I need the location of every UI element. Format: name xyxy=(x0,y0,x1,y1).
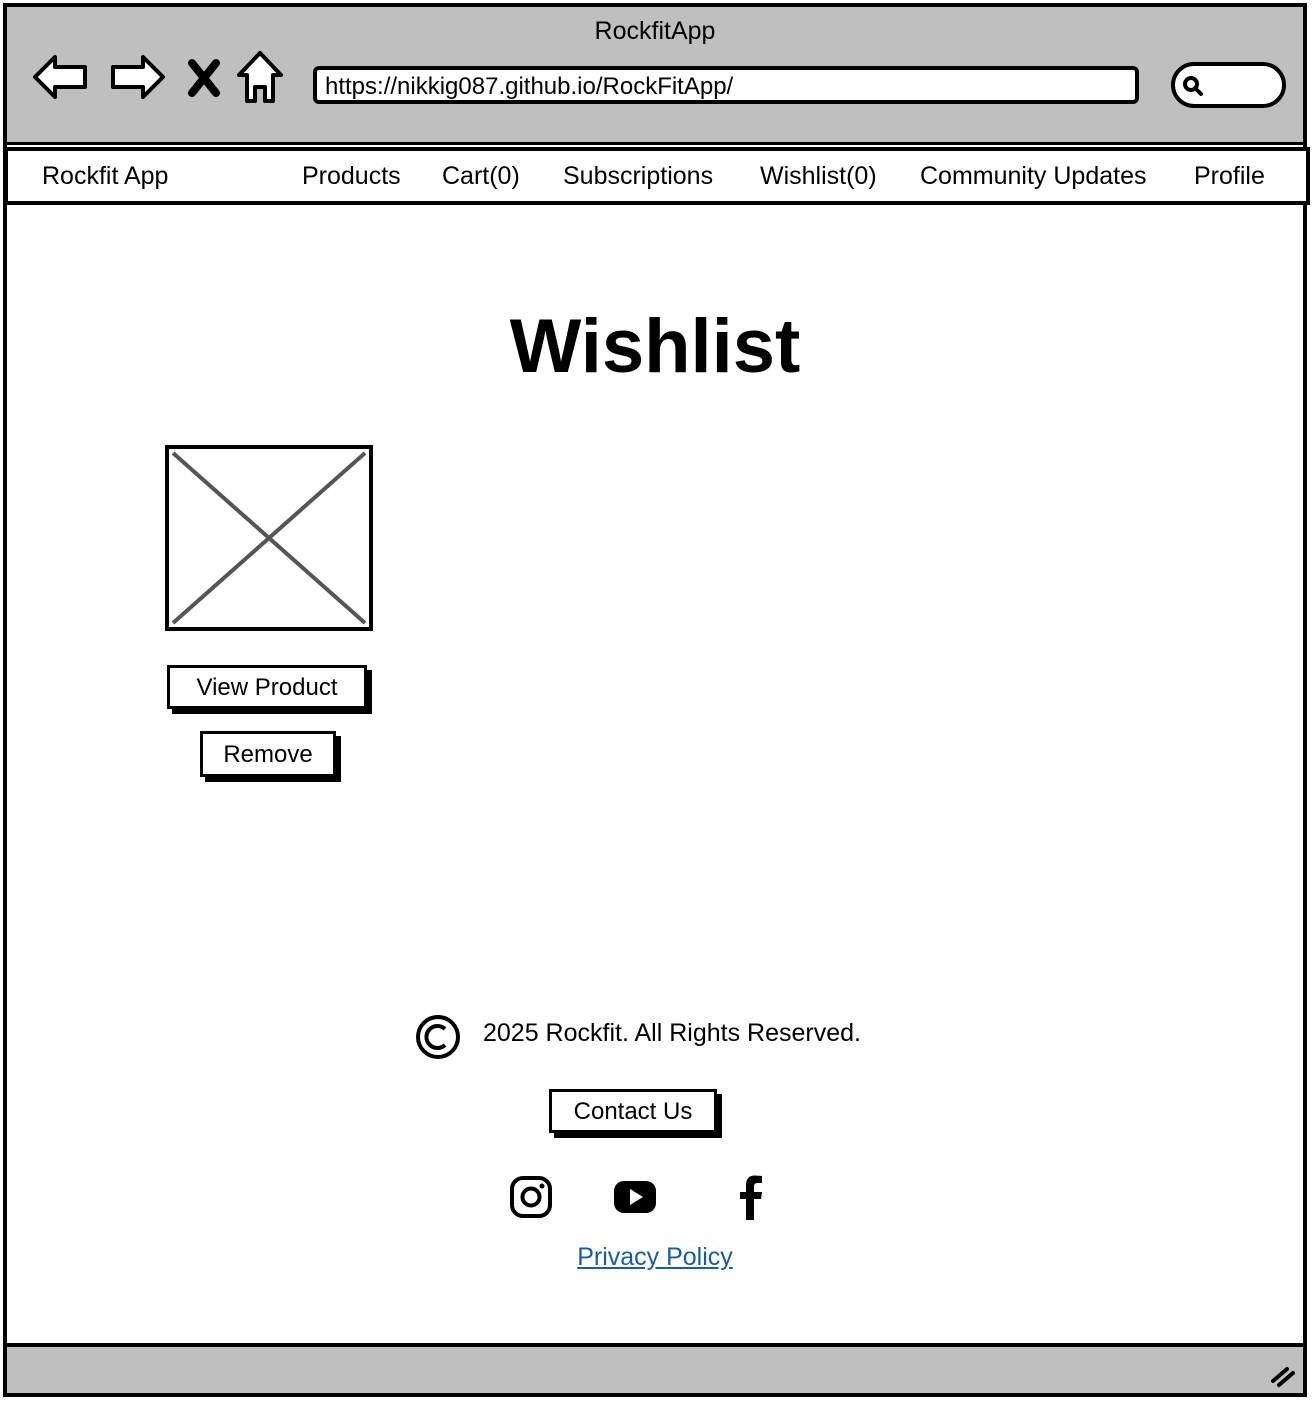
home-icon[interactable] xyxy=(235,47,285,107)
nav-cart[interactable]: Cart(0) xyxy=(442,162,520,191)
resize-grip-icon[interactable] xyxy=(1267,1359,1297,1389)
copyright-icon xyxy=(416,1015,460,1059)
browser-search[interactable] xyxy=(1171,62,1286,108)
view-product-button[interactable]: View Product xyxy=(167,665,367,709)
address-bar[interactable]: https://nikkig087.github.io/RockFitApp/ xyxy=(313,66,1139,104)
browser-statusbar xyxy=(7,1343,1303,1393)
facebook-icon[interactable] xyxy=(728,1174,774,1220)
browser-titlebar: RockfitApp https://nikkig087.github.io/R… xyxy=(7,7,1303,145)
search-icon xyxy=(1183,76,1203,96)
forward-arrow-icon[interactable] xyxy=(107,47,167,107)
remove-button[interactable]: Remove xyxy=(200,731,336,777)
nav-wishlist[interactable]: Wishlist(0) xyxy=(760,162,877,191)
youtube-icon[interactable] xyxy=(612,1174,658,1220)
nav-community-updates[interactable]: Community Updates xyxy=(920,162,1146,191)
stop-x-icon[interactable] xyxy=(182,47,226,107)
product-image xyxy=(165,445,373,631)
contact-us-button[interactable]: Contact Us xyxy=(549,1089,717,1133)
nav-subscriptions[interactable]: Subscriptions xyxy=(563,162,713,191)
site-navbar: Rockfit App Products Cart(0) Subscriptio… xyxy=(4,147,1310,205)
brand-link[interactable]: Rockfit App xyxy=(42,162,168,191)
back-arrow-icon[interactable] xyxy=(31,47,91,107)
window-title: RockfitApp xyxy=(594,17,716,45)
browser-window: RockfitApp https://nikkig087.github.io/R… xyxy=(3,3,1310,1397)
page-title: Wishlist xyxy=(509,304,801,389)
nav-profile[interactable]: Profile xyxy=(1194,162,1265,191)
instagram-icon[interactable] xyxy=(508,1174,554,1220)
privacy-policy-link[interactable]: Privacy Policy xyxy=(7,1243,1303,1272)
image-placeholder-icon xyxy=(171,451,367,625)
nav-products[interactable]: Products xyxy=(302,162,401,191)
copyright-text: 2025 Rockfit. All Rights Reserved. xyxy=(483,1019,861,1047)
